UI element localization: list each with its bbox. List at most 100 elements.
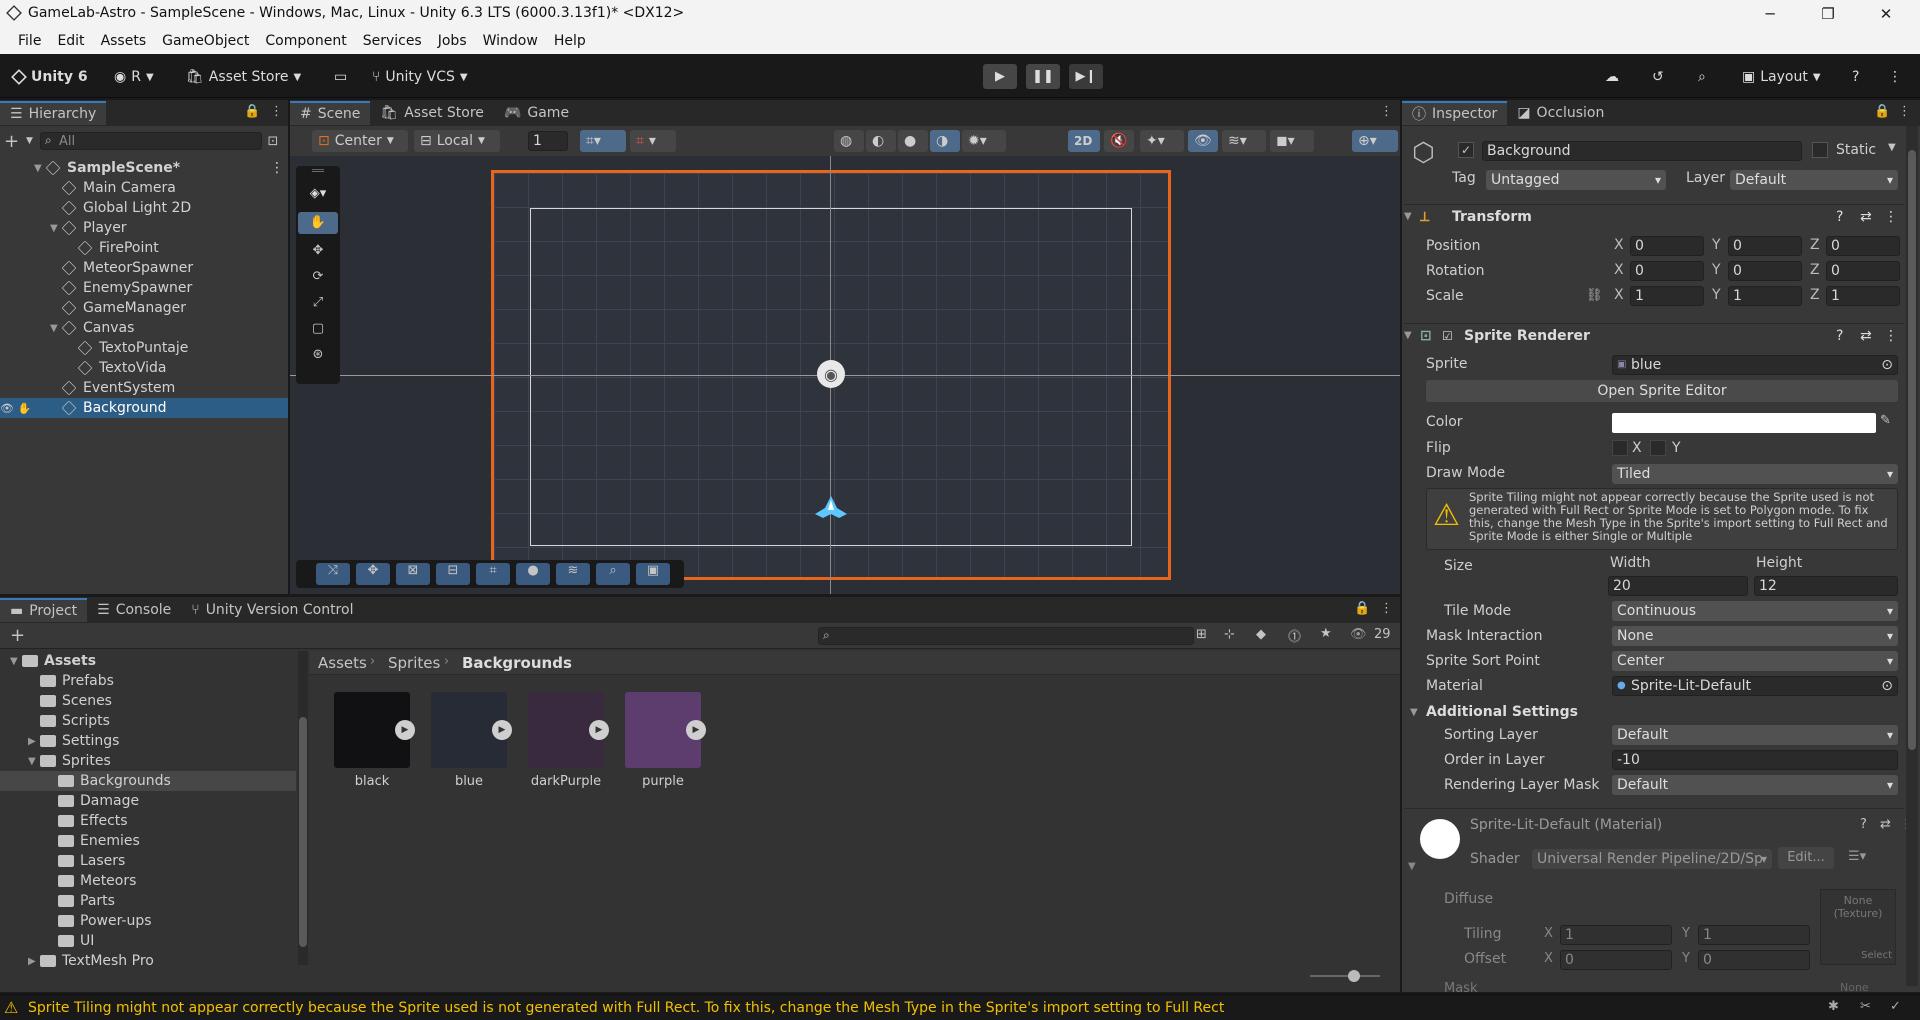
folder-tree-item[interactable]: Meteors: [0, 871, 296, 891]
open-sprite-editor-button[interactable]: Open Sprite Editor: [1426, 380, 1898, 402]
folder-tree-item[interactable]: Lasers: [0, 851, 296, 871]
chevron-down-icon[interactable]: ▼: [1408, 861, 1416, 872]
debug-icon[interactable]: ✹▾: [962, 130, 1006, 152]
position-x-field[interactable]: 0: [1630, 236, 1704, 256]
tile-grid-icon[interactable]: ⌗: [476, 563, 510, 585]
screenshot-icon[interactable]: ▣: [636, 563, 670, 585]
camera-icon[interactable]: ◼▾: [1270, 130, 1314, 152]
menu-component[interactable]: Component: [257, 28, 354, 54]
expand-toggle-icon[interactable]: ▼: [10, 656, 22, 667]
tab-occlusion[interactable]: ◪ Occlusion: [1507, 101, 1614, 125]
scale-y-field[interactable]: 1: [1728, 286, 1802, 306]
account-button[interactable]: ◉ R ▼: [114, 66, 154, 88]
expand-asset-icon[interactable]: ▶: [492, 720, 512, 740]
diffuse-texture-slot[interactable]: None (Texture) Select: [1820, 889, 1896, 965]
sorting-layer-dropdown[interactable]: Default: [1612, 725, 1898, 745]
hand-tool-icon[interactable]: ✋: [298, 212, 338, 234]
link-scale-icon[interactable]: ⛓: [1586, 288, 1603, 303]
expand-toggle-icon[interactable]: ▼: [50, 223, 62, 234]
tile-mode-dropdown[interactable]: Continuous: [1612, 601, 1898, 621]
sprite-field[interactable]: ▣ blue ⊙: [1612, 355, 1898, 375]
object-picker-icon[interactable]: ⊙: [1881, 677, 1893, 695]
vcs-button[interactable]: ⑂ Unity VCS ▼: [372, 66, 468, 88]
chevron-down-icon[interactable]: ▼: [26, 136, 40, 146]
gameobject-name-field[interactable]: Background: [1482, 141, 1802, 161]
folder-tree-item[interactable]: Scenes: [0, 691, 296, 711]
menu-gameobject[interactable]: GameObject: [154, 28, 257, 54]
move-icon[interactable]: ✥: [356, 563, 390, 585]
folder-tree-item[interactable]: Enemies: [0, 831, 296, 851]
align-icon[interactable]: ⊟: [436, 563, 470, 585]
tab-scene[interactable]: # Scene: [290, 101, 371, 125]
rotation-y-field[interactable]: 0: [1728, 261, 1802, 281]
asset-item[interactable]: ▶ black: [329, 692, 415, 789]
close-button[interactable]: ✕: [1858, 0, 1914, 28]
scale-tool-icon[interactable]: ⤢: [296, 290, 340, 316]
lock-icon[interactable]: 🔒: [1354, 601, 1370, 616]
hierarchy-item[interactable]: TextoPuntaje: [0, 338, 288, 358]
expand-toggle-icon[interactable]: ▼: [50, 323, 62, 334]
asset-item[interactable]: ▶ blue: [426, 692, 512, 789]
offset-x-field[interactable]: 0: [1560, 950, 1672, 970]
help-icon[interactable]: ?: [1852, 66, 1859, 88]
expand-toggle-icon[interactable]: ▶: [28, 956, 40, 967]
menu-file[interactable]: File: [10, 28, 49, 54]
layout-button[interactable]: ▣ Layout ▼: [1742, 66, 1821, 88]
snap-increment-field[interactable]: 1: [528, 131, 568, 151]
position-y-field[interactable]: 0: [1728, 236, 1802, 256]
rotation-z-field[interactable]: 0: [1826, 261, 1900, 281]
folder-tree-item[interactable]: ▶ TextMesh Pro: [0, 951, 296, 971]
expand-toggle-icon[interactable]: ▼: [28, 756, 40, 767]
height-field[interactable]: 12: [1754, 576, 1898, 596]
visibility-icon[interactable]: 👁: [1188, 130, 1218, 152]
menu-help[interactable]: Help: [546, 28, 594, 54]
more-icon[interactable]: ⋮: [1884, 328, 1898, 344]
layer-dropdown[interactable]: Default: [1730, 170, 1898, 190]
tab-console[interactable]: ☰ Console: [87, 598, 181, 622]
filter-icon[interactable]: ⊡: [262, 134, 284, 149]
breadcrumb-sprites[interactable]: Sprites: [388, 654, 440, 672]
folder-tree-item[interactable]: UI: [0, 931, 296, 951]
offset-y-field[interactable]: 0: [1698, 950, 1810, 970]
player-ship[interactable]: [813, 496, 849, 524]
mask-interaction-dropdown[interactable]: None: [1612, 626, 1898, 646]
folder-tree-item[interactable]: Scripts: [0, 711, 296, 731]
pause-button[interactable]: ❚❚: [1026, 64, 1060, 89]
tab-inspector[interactable]: ⓘ Inspector: [1402, 101, 1508, 125]
folder-tree-item[interactable]: Parts: [0, 891, 296, 911]
folder-tree-item[interactable]: Power-ups: [0, 911, 296, 931]
lighting-icon[interactable]: ◑: [930, 130, 960, 152]
menu-services[interactable]: Services: [355, 28, 430, 54]
list-icon[interactable]: ☰▾: [1848, 849, 1866, 864]
cloud-icon[interactable]: ☁: [1605, 66, 1619, 88]
hierarchy-item[interactable]: MeteorSpawner: [0, 258, 288, 278]
shader-dropdown[interactable]: Universal Render Pipeline/2D/Sp: [1532, 849, 1772, 869]
folder-tree-item[interactable]: ▼ Sprites: [0, 751, 296, 771]
rotate-tool-icon[interactable]: ⟳: [296, 264, 340, 290]
tiling-x-field[interactable]: 1: [1560, 925, 1672, 945]
folder-tree-item[interactable]: Prefabs: [0, 671, 296, 691]
sprite-sort-point-dropdown[interactable]: Center: [1612, 651, 1898, 671]
camera-gizmo-icon[interactable]: ◉: [817, 360, 845, 388]
color-swatch[interactable]: [1612, 413, 1876, 433]
help-icon[interactable]: ?: [1836, 328, 1843, 344]
history-icon[interactable]: ↺: [1652, 66, 1664, 88]
tiling-y-field[interactable]: 1: [1698, 925, 1810, 945]
tab-asset-store[interactable]: 🛍 Asset Store: [370, 101, 494, 125]
project-search-input[interactable]: ⌕: [818, 627, 1194, 645]
add-icon[interactable]: +: [4, 131, 26, 152]
bug-icon[interactable]: ✱: [1828, 999, 1839, 1014]
more-icon[interactable]: ⋮: [1884, 209, 1898, 225]
scene-viewport[interactable]: ◉ ══ ◈▾ ✋ ✥ ⟳ ⤢ ▢ ⊛ ⤨ ✥ ⊠ ⊟ ⌗ ● ≋ ⌕ ▣: [290, 156, 1400, 594]
folder-tree-item[interactable]: ▶ Settings: [0, 731, 296, 751]
hierarchy-item[interactable]: 👁 ✋ Background: [0, 398, 288, 418]
expand-asset-icon[interactable]: ▶: [589, 720, 609, 740]
active-checkbox[interactable]: ✓: [1458, 142, 1474, 158]
tab-game[interactable]: 🎮 Game: [494, 101, 579, 125]
draw-mode-dropdown[interactable]: Tiled: [1612, 464, 1898, 484]
label-icon[interactable]: ◆: [1256, 627, 1266, 642]
order-in-layer-field[interactable]: -10: [1612, 750, 1898, 770]
layers-icon[interactable]: ≋▾: [1222, 130, 1266, 152]
expand-asset-icon[interactable]: ▶: [686, 720, 706, 740]
hierarchy-item[interactable]: Main Camera: [0, 178, 288, 198]
